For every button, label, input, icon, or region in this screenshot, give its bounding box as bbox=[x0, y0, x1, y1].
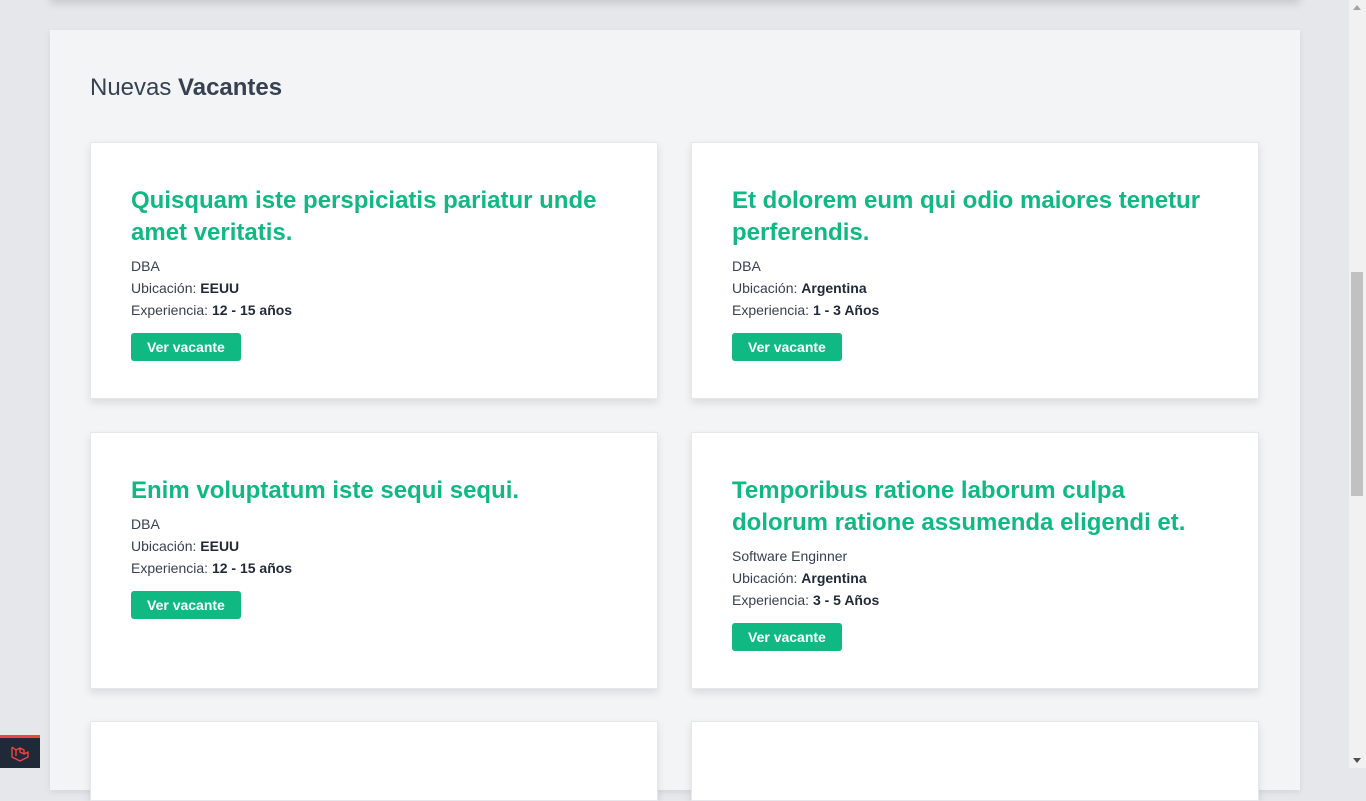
experience-value: 1 - 3 Años bbox=[812, 302, 880, 318]
location-label: Ubicación: bbox=[732, 570, 798, 586]
experience-label: Experiencia: bbox=[131, 302, 209, 318]
vacancy-location: Ubicación: EEUU bbox=[131, 535, 617, 557]
vacancy-card: Temporibus ratione laborum culpa dolorum… bbox=[691, 432, 1259, 689]
vacancy-experience: Experiencia: 3 - 5 Años bbox=[732, 589, 1218, 611]
view-vacancy-button[interactable]: Ver vacante bbox=[732, 623, 842, 651]
section-title-light: Nuevas bbox=[90, 74, 172, 101]
vacancy-card: Et dolorem eum qui odio maiores tenetur … bbox=[691, 142, 1259, 399]
experience-value: 12 - 15 años bbox=[211, 302, 293, 318]
view-vacancy-button[interactable]: Ver vacante bbox=[732, 333, 842, 361]
experience-label: Experiencia: bbox=[131, 560, 209, 576]
experience-value: 3 - 5 Años bbox=[812, 592, 880, 608]
vacancy-location: Ubicación: Argentina bbox=[732, 567, 1218, 589]
debug-toolbar-toggle[interactable] bbox=[0, 735, 40, 768]
vacancy-card-partial bbox=[90, 721, 658, 801]
vacancy-category: Software Enginner bbox=[732, 548, 848, 564]
vacancy-card-partial bbox=[691, 721, 1259, 801]
location-label: Ubicación: bbox=[131, 280, 197, 296]
scroll-up-icon[interactable] bbox=[1353, 5, 1361, 10]
location-value: EEUU bbox=[200, 280, 240, 296]
location-label: Ubicación: bbox=[131, 538, 197, 554]
vacancy-location: Ubicación: Argentina bbox=[732, 277, 1218, 299]
vacancy-location: Ubicación: EEUU bbox=[131, 277, 617, 299]
vacancy-title[interactable]: Et dolorem eum qui odio maiores tenetur … bbox=[732, 185, 1218, 249]
vertical-scrollbar[interactable] bbox=[1349, 0, 1366, 768]
location-value: Argentina bbox=[801, 280, 867, 296]
vacancy-card: Enim voluptatum iste sequi sequi. DBA Ub… bbox=[90, 432, 658, 689]
vacancy-experience: Experiencia: 12 - 15 años bbox=[131, 557, 617, 579]
view-vacancy-button[interactable]: Ver vacante bbox=[131, 333, 241, 361]
vacancy-category: DBA bbox=[732, 258, 761, 274]
vacancy-title[interactable]: Enim voluptatum iste sequi sequi. bbox=[131, 475, 617, 507]
vacancy-experience: Experiencia: 12 - 15 años bbox=[131, 299, 617, 321]
scroll-down-icon[interactable] bbox=[1353, 758, 1361, 763]
new-vacancies-section: Nuevas Vacantes Quisquam iste perspiciat… bbox=[50, 30, 1300, 801]
laravel-logo-icon bbox=[11, 746, 29, 762]
experience-value: 12 - 15 años bbox=[211, 560, 293, 576]
section-title-bold: Vacantes bbox=[178, 74, 283, 101]
experience-label: Experiencia: bbox=[732, 592, 810, 608]
view-vacancy-button[interactable]: Ver vacante bbox=[131, 591, 241, 619]
location-value: Argentina bbox=[801, 570, 867, 586]
vacancy-card: Quisquam iste perspiciatis pariatur unde… bbox=[90, 142, 658, 399]
vacancy-category: DBA bbox=[131, 258, 160, 274]
vacancy-title[interactable]: Temporibus ratione laborum culpa dolorum… bbox=[732, 475, 1218, 539]
vacancy-title[interactable]: Quisquam iste perspiciatis pariatur unde… bbox=[131, 185, 617, 249]
location-value: EEUU bbox=[200, 538, 240, 554]
location-label: Ubicación: bbox=[732, 280, 798, 296]
vacancy-experience: Experiencia: 1 - 3 Años bbox=[732, 299, 1218, 321]
vacancy-category: DBA bbox=[131, 516, 160, 532]
experience-label: Experiencia: bbox=[732, 302, 810, 318]
section-title: Nuevas Vacantes bbox=[90, 74, 282, 102]
scrollbar-thumb[interactable] bbox=[1351, 272, 1363, 496]
